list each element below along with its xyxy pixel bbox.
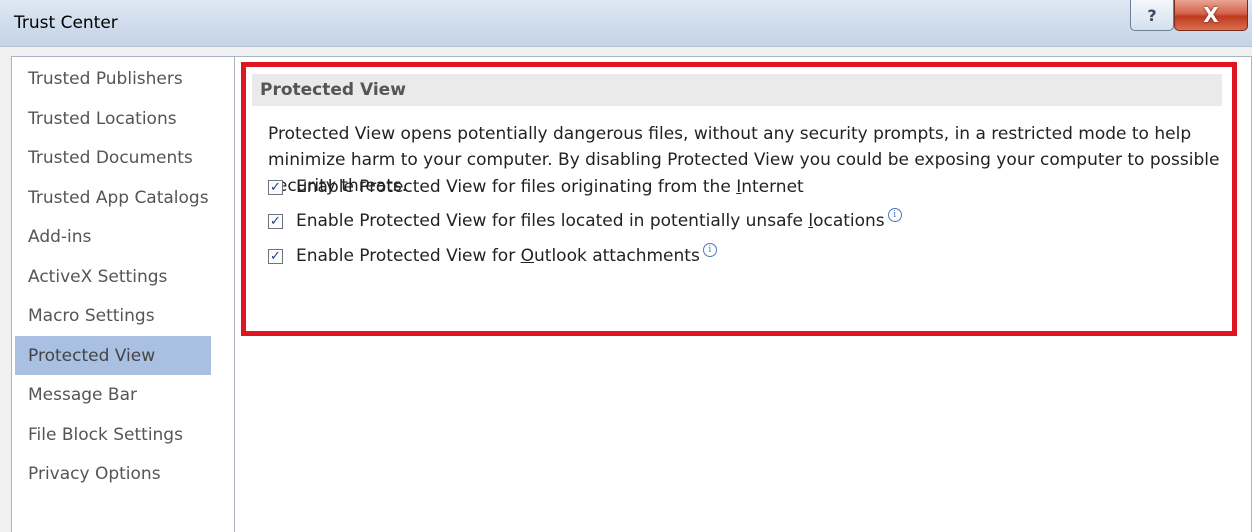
internet-files-checkbox[interactable]: ✓ <box>268 179 283 195</box>
sidebar-item-protected-view[interactable]: Protected View <box>15 336 211 375</box>
sidebar-item-trusted-app-catalogs[interactable]: Trusted App Catalogs <box>15 178 211 217</box>
internet-files-label: Enable Protected View for files originat… <box>296 177 804 197</box>
help-icon: ? <box>1147 5 1157 25</box>
sidebar-item-add-ins[interactable]: Add-ins <box>15 217 211 256</box>
sidebar-item-file-block-settings[interactable]: File Block Settings <box>15 415 211 454</box>
sidebar-item-message-bar[interactable]: Message Bar <box>15 375 211 414</box>
sidebar-item-trusted-locations[interactable]: Trusted Locations <box>15 99 211 138</box>
unsafe-locations-label: Enable Protected View for files located … <box>296 211 885 231</box>
info-icon[interactable]: i <box>702 243 717 257</box>
section-header: Protected View <box>252 74 1222 106</box>
section-title: Protected View <box>260 80 406 100</box>
trust-center-window: Trust Center ? X Trusted Publishers Trus… <box>0 0 1252 532</box>
option-outlook-attachments[interactable]: ✓ Enable Protected View for Outlook atta… <box>268 243 717 267</box>
close-button[interactable]: X <box>1174 0 1248 31</box>
unsafe-locations-checkbox[interactable]: ✓ <box>268 213 283 229</box>
window-title: Trust Center <box>14 13 118 33</box>
option-internet-files[interactable]: ✓ Enable Protected View for files origin… <box>268 176 804 198</box>
sidebar-item-trusted-publishers[interactable]: Trusted Publishers <box>15 59 211 98</box>
sidebar-item-activex-settings[interactable]: ActiveX Settings <box>15 257 211 296</box>
info-icon[interactable]: i <box>887 208 902 222</box>
sidebar-item-trusted-documents[interactable]: Trusted Documents <box>15 138 211 177</box>
outlook-attachments-label: Enable Protected View for Outlook attach… <box>296 246 700 266</box>
help-button[interactable]: ? <box>1130 0 1174 31</box>
option-unsafe-locations[interactable]: ✓ Enable Protected View for files locate… <box>268 208 902 232</box>
outlook-attachments-checkbox[interactable]: ✓ <box>268 248 283 264</box>
close-icon: X <box>1203 3 1219 27</box>
sidebar-item-privacy-options[interactable]: Privacy Options <box>15 454 211 493</box>
sidebar-item-macro-settings[interactable]: Macro Settings <box>15 296 211 335</box>
title-bar: Trust Center ? X <box>0 0 1252 47</box>
